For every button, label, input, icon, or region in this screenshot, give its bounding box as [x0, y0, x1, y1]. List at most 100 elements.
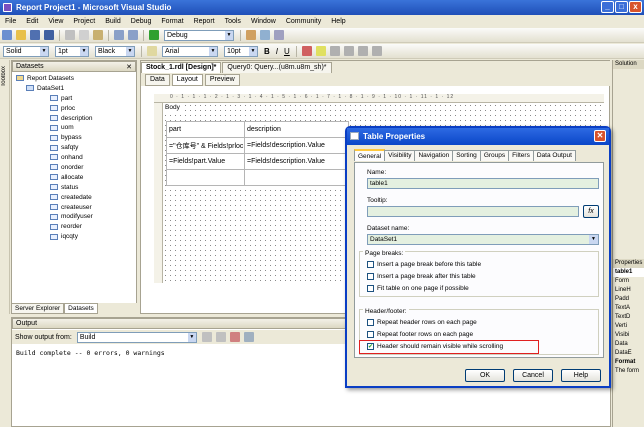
field-part[interactable]: part	[12, 94, 136, 104]
clear-all-icon[interactable]	[229, 332, 240, 342]
tab-filters[interactable]: Filters	[508, 150, 534, 161]
repeat-footer-checkbox[interactable]: Repeat footer rows on each page	[367, 331, 473, 338]
highlight-icon[interactable]	[315, 46, 326, 56]
find-message-icon[interactable]	[201, 332, 212, 342]
new-project-icon[interactable]	[2, 30, 12, 40]
tooltip-field[interactable]	[367, 206, 579, 217]
tab-navigation[interactable]: Navigation	[414, 150, 454, 161]
properties-title[interactable]: Properties	[613, 259, 644, 268]
dialog-close-button[interactable]: ✕	[594, 130, 606, 142]
tab-sorting[interactable]: Sorting	[452, 150, 481, 161]
expression-button[interactable]: fx	[583, 205, 599, 218]
page-break-after-checkbox[interactable]: Insert a page break after this table	[367, 273, 476, 280]
border-icon[interactable]	[147, 46, 157, 56]
output-source-combo[interactable]: Build ▼	[76, 331, 197, 343]
property-item[interactable]: DataE	[613, 349, 644, 358]
menu-report[interactable]: Report	[189, 18, 220, 25]
field-onhand[interactable]: onhand	[12, 153, 136, 163]
properties-icon[interactable]	[274, 30, 284, 40]
cut-icon[interactable]	[65, 30, 75, 40]
tab-preview[interactable]: Preview	[204, 73, 240, 86]
table-cell[interactable]: =Fields!part.Value	[166, 153, 245, 170]
panel-close-icon[interactable]: ✕	[126, 63, 132, 71]
save-all-icon[interactable]	[44, 30, 54, 40]
line-width-combo[interactable]: 1pt ▼	[55, 45, 89, 57]
bold-button[interactable]: B	[264, 47, 270, 56]
cancel-button[interactable]: Cancel	[513, 369, 553, 382]
field-reorder[interactable]: reorder	[12, 222, 136, 232]
table-cell[interactable]: =Fields!description.Value	[244, 137, 349, 154]
maximize-button[interactable]: □	[615, 1, 628, 13]
font-size-combo[interactable]: 10pt ▼	[224, 45, 258, 57]
table-cell[interactable]	[166, 169, 245, 186]
menu-help[interactable]: Help	[326, 18, 350, 25]
italic-button[interactable]: I	[276, 47, 278, 56]
table-cell[interactable]	[244, 169, 349, 186]
report-table[interactable]: part description ="仓库号" & Fields!prloc.V…	[166, 121, 349, 186]
table-cell[interactable]: description	[244, 121, 349, 138]
tree-dataset[interactable]: DataSet1	[12, 84, 136, 94]
line-color-combo[interactable]: Black ▼	[95, 45, 135, 57]
table-cell[interactable]: ="仓库号" & Fields!prloc.Value & sum(Fields…	[166, 137, 245, 154]
field-description[interactable]: description	[12, 114, 136, 124]
tab-layout[interactable]: Layout	[171, 73, 203, 86]
field-status[interactable]: status	[12, 183, 136, 193]
word-wrap-icon[interactable]	[243, 332, 254, 342]
property-item[interactable]: Form	[613, 277, 644, 286]
open-icon[interactable]	[16, 30, 26, 40]
menu-view[interactable]: View	[43, 18, 68, 25]
menu-tools[interactable]: Tools	[220, 18, 246, 25]
configuration-combo[interactable]: Debug ▼	[164, 29, 234, 41]
solution-explorer-icon[interactable]	[260, 30, 270, 40]
help-button[interactable]: Help	[561, 369, 601, 382]
tab-report-design[interactable]: Stock_1.rdl [Design]*	[141, 62, 222, 73]
tab-data-output[interactable]: Data Output	[532, 150, 576, 161]
property-item[interactable]: Data	[613, 340, 644, 349]
align-justify-icon[interactable]	[371, 46, 382, 56]
tab-visibility[interactable]: Visibility	[384, 150, 416, 161]
repeat-header-checkbox[interactable]: Repeat header rows on each page	[367, 319, 477, 326]
menu-project[interactable]: Project	[68, 18, 100, 25]
solution-explorer-title[interactable]: Solution	[613, 60, 644, 69]
property-item[interactable]: Visibi	[613, 331, 644, 340]
field-uom[interactable]: uom	[12, 123, 136, 133]
save-icon[interactable]	[30, 30, 40, 40]
table-cell[interactable]: part	[166, 121, 245, 138]
menu-debug[interactable]: Debug	[126, 18, 157, 25]
go-to-next-icon[interactable]	[215, 332, 226, 342]
menu-format[interactable]: Format	[156, 18, 188, 25]
name-field[interactable]: table1	[367, 178, 599, 189]
find-icon[interactable]	[246, 30, 256, 40]
menu-window[interactable]: Window	[246, 18, 281, 25]
menu-edit[interactable]: Edit	[21, 18, 43, 25]
paste-icon[interactable]	[93, 30, 103, 40]
field-modifyuser[interactable]: modifyuser	[12, 212, 136, 222]
line-style-combo[interactable]: Solid ▼	[3, 45, 49, 57]
properties-object[interactable]: table1	[613, 268, 644, 277]
property-item[interactable]: Verti	[613, 322, 644, 331]
align-right-icon[interactable]	[357, 46, 368, 56]
redo-icon[interactable]	[128, 30, 138, 40]
field-bypass[interactable]: bypass	[12, 133, 136, 143]
property-item[interactable]: TextD	[613, 313, 644, 322]
field-createuser[interactable]: createuser	[12, 203, 136, 213]
table-cell[interactable]: =Fields!description.Value	[244, 153, 349, 170]
toolbox-strip[interactable]: Toolbox	[0, 60, 10, 314]
copy-icon[interactable]	[79, 30, 89, 40]
tab-data[interactable]: Data	[145, 73, 170, 86]
font-color-icon[interactable]	[301, 46, 312, 56]
field-allocate[interactable]: allocate	[12, 173, 136, 183]
toolbox-label[interactable]: Toolbox	[1, 66, 7, 87]
ok-button[interactable]: OK	[465, 369, 505, 382]
menu-community[interactable]: Community	[281, 18, 326, 25]
property-item[interactable]: LineH	[613, 286, 644, 295]
tab-server-explorer[interactable]: Server Explorer	[11, 303, 65, 314]
align-center-icon[interactable]	[343, 46, 354, 56]
start-debug-icon[interactable]	[149, 30, 159, 40]
field-iqcqty[interactable]: iqcqty	[12, 232, 136, 242]
menu-build[interactable]: Build	[100, 18, 126, 25]
align-left-icon[interactable]	[329, 46, 340, 56]
tab-query[interactable]: Query0: Query...(u8m.u8m_sh)*	[222, 62, 332, 73]
tab-datasets[interactable]: Datasets	[64, 303, 98, 314]
tab-general[interactable]: General	[354, 149, 386, 161]
